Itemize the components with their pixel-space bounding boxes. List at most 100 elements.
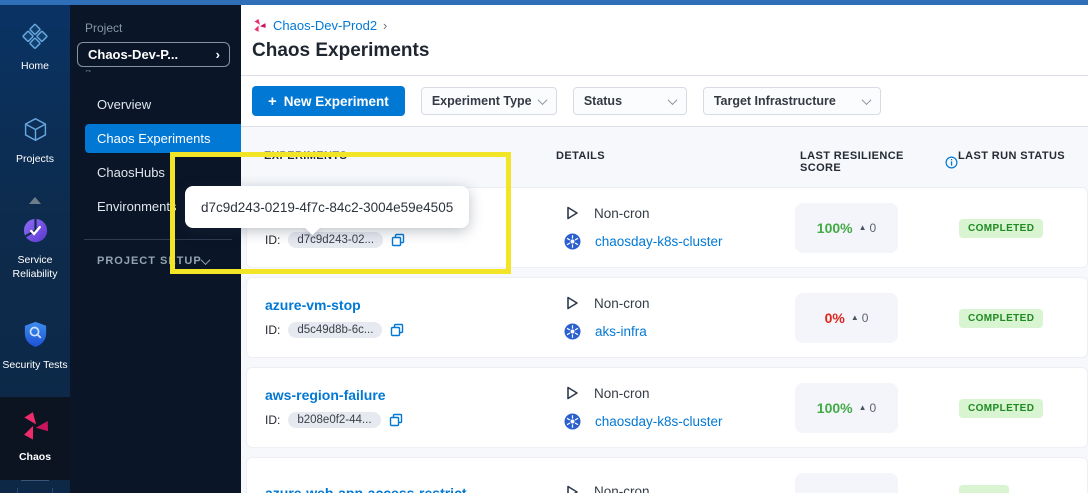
breadcrumb-project-link[interactable]: Chaos-Dev-Prod2 [273,18,377,33]
table-header: EXPERIMENTS DETAILS LAST RESILIENCE SCOR… [246,127,1088,187]
infrastructure-link[interactable]: chaosday-k8s-cluster [595,414,723,429]
tooltip-text: d7c9d243-0219-4f7c-84c2-3004e59e4505 [201,200,453,215]
table-rows: ID: d7c9d243-02... Non-cron [246,187,1088,493]
kubernetes-icon [564,233,581,250]
status-badge: COMPLETED [959,399,1043,418]
module-label: Projects [16,153,54,167]
main-content: Chaos-Dev-Prod2 › Chaos Experiments + Ne… [241,5,1088,493]
schedule-type: Non-cron [594,484,650,493]
chevron-down-icon [537,95,547,105]
sidebar-item-security-tests[interactable]: Security Tests [0,312,70,380]
dock-cell-left [0,488,17,493]
service-reliability-icon [21,216,50,250]
project-setup-label: PROJECT SETUP [97,255,202,267]
schedule-type: Non-cron [594,206,650,221]
scroll-up-triangle-icon[interactable] [29,197,41,204]
id-label: ID: [265,233,280,247]
table-row: azure-web-app-access-restrict Non-cron [246,457,1088,493]
breadcrumb: Chaos-Dev-Prod2 › [241,5,1088,33]
experiment-id-chip: b208e0f2-44... [288,412,380,428]
new-experiment-label: New Experiment [284,94,389,109]
chaos-breadcrumb-icon [252,18,267,33]
score-delta: 0 [859,401,877,415]
play-icon [564,205,580,221]
sidebar-footer [0,480,70,493]
score-value: 100% [817,220,853,236]
nav-item-chaoshubs[interactable]: ChaosHubs [70,155,241,189]
kubernetes-icon [564,323,581,340]
sidebar-item-projects[interactable]: Projects [0,108,70,174]
dock-cell-right [53,488,70,493]
resilience-score-box: 100% 0 [795,383,898,433]
module-sidebar: Home Projects Service Reliability Securi… [0,5,70,493]
module-label: Security Tests [2,359,67,373]
chaos-pinwheel-icon [19,410,51,447]
column-header-last-run-status: LAST RUN STATUS [958,150,1088,174]
score-delta: 0 [859,221,877,235]
play-icon [564,484,580,493]
kubernetes-icon [564,413,581,430]
resilience-score-box: 0% 0 [795,293,898,343]
module-label: Home [21,60,49,74]
copy-icon[interactable] [390,323,404,337]
chevron-down-icon [667,95,677,105]
filter-label: Target Infrastructure [714,94,836,108]
schedule-type: Non-cron [594,296,650,311]
chevron-down-icon [201,255,211,265]
module-label: Chaos [19,451,51,465]
resilience-score-box [795,473,898,493]
project-sidebar: Project Chaos-Dev-P... › g Overview Chao… [70,5,241,493]
nav-item-chaos-experiments[interactable]: Chaos Experiments [85,124,241,153]
resilience-score-box: 100% 0 [795,203,898,253]
copy-icon[interactable] [391,233,405,247]
sidebar-item-chaos[interactable]: Chaos [0,397,70,480]
footer-divider [21,480,49,481]
security-shield-icon [21,320,50,354]
clipped-project-id: g [70,67,241,72]
project-section-label: Project [70,21,241,35]
play-icon [564,295,580,311]
status-badge: COMPLETED [959,309,1043,328]
status-badge [959,485,1009,493]
column-header-experiments: EXPERIMENTS [246,150,556,174]
infrastructure-link[interactable]: aks-infra [595,324,647,339]
target-infrastructure-filter[interactable]: Target Infrastructure [703,87,881,115]
info-icon[interactable] [945,156,958,169]
copy-icon[interactable] [389,413,403,427]
column-header-details: DETAILS [556,150,800,174]
new-experiment-button[interactable]: + New Experiment [252,86,405,116]
experiment-name-link[interactable]: azure-web-app-access-restrict [265,485,557,493]
chevron-right-icon: › [216,47,220,62]
sidebar-item-home[interactable]: Home [0,14,70,81]
project-selector-value: Chaos-Dev-P... [88,47,178,62]
experiment-id-tooltip: d7c9d243-0219-4f7c-84c2-3004e59e4505 [185,186,469,228]
id-label: ID: [265,413,280,427]
filter-label: Status [584,94,622,108]
experiment-id-chip: d5c49d8b-6c... [288,322,382,338]
apps-grid-button[interactable] [17,488,53,493]
filter-label: Experiment Type [432,94,532,108]
sidebar-item-service-reliability[interactable]: Service Reliability [0,208,70,290]
project-selector[interactable]: Chaos-Dev-P... › [77,42,230,67]
experiment-name-link[interactable]: azure-vm-stop [265,297,557,313]
experiments-table: EXPERIMENTS DETAILS LAST RESILIENCE SCOR… [241,126,1088,493]
page-title: Chaos Experiments [241,33,1088,75]
infrastructure-link[interactable]: chaosday-k8s-cluster [595,234,723,249]
breadcrumb-separator-icon: › [383,18,387,33]
nav-item-overview[interactable]: Overview [70,87,241,121]
score-delta: 0 [851,311,869,325]
play-icon [564,385,580,401]
chevron-down-icon [861,95,871,105]
projects-cube-icon [22,116,49,148]
experiment-name-link[interactable]: aws-region-failure [265,387,557,403]
experiment-id-chip: d7c9d243-02... [288,232,383,248]
table-row: azure-vm-stop ID: d5c49d8b-6c... No [246,277,1088,358]
experiment-type-filter[interactable]: Experiment Type [421,87,557,115]
project-setup-toggle[interactable]: PROJECT SETUP [70,240,241,267]
column-header-resilience-score: LAST RESILIENCE SCORE [800,150,958,174]
score-value: 100% [817,400,853,416]
home-icon [21,22,49,55]
status-filter[interactable]: Status [573,87,687,115]
id-label: ID: [265,323,280,337]
toolbar: + New Experiment Experiment Type Status … [241,76,1088,126]
